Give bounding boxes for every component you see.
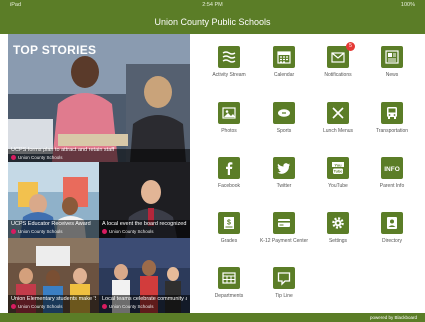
menu-grid: Activity Stream Calendar 5 Notifications… [190, 34, 425, 313]
menu-item-label: Sports [276, 128, 292, 134]
menu-item-notifications[interactable]: 5 Notifications [310, 38, 366, 88]
menu-item-youtube[interactable]: You Tube YouTube [310, 149, 366, 199]
menu-item-twitter[interactable]: Twitter [256, 149, 312, 199]
status-bar: iPad 2:54 PM 100% [0, 0, 425, 10]
notification-badge: 5 [346, 42, 355, 51]
menu-item-label: Twitter [276, 183, 292, 189]
menu-item-photos[interactable]: Photos [201, 94, 257, 144]
story-tile[interactable]: UCPS Educator Receives Award Union Count… [8, 162, 99, 238]
menu-item-label: K-12 Payment Center [259, 238, 309, 244]
story-caption: A local event the board recognized by di… [102, 221, 187, 227]
story-featured[interactable]: TOP STORIES UCPS forms plan to attract a… [8, 34, 190, 162]
svg-text:INFO: INFO [384, 166, 400, 173]
menu-item-lunch-menus[interactable]: Lunch Menus [310, 94, 366, 144]
story-source: Union County Schools [11, 304, 63, 310]
story-featured-source: Union County Schools [11, 155, 63, 161]
menu-item-grades[interactable]: $ Grades [201, 204, 257, 254]
story-caption: UCPS Educator Receives Award [11, 221, 91, 227]
menu-item-label: Activity Stream [212, 72, 246, 78]
story-source: Union County Schools [102, 304, 154, 310]
menu-item-facebook[interactable]: Facebook [201, 149, 257, 199]
menu-item-transportation[interactable]: Transportation [364, 94, 420, 144]
story-caption: Union Elementary students make 'Smartest… [11, 296, 96, 302]
menu-item-label: Calendar [273, 72, 295, 78]
app-title: Union County Public Schools [0, 10, 425, 34]
menu-item-tip-line[interactable]: Tip Line [256, 259, 312, 309]
menu-item-parent-info[interactable]: INFO Parent Info [364, 149, 420, 199]
menu-item-payment-center[interactable]: K-12 Payment Center [256, 204, 312, 254]
menu-item-label: Departments [214, 293, 244, 299]
story-tile[interactable]: Union Elementary students make 'Smartest… [8, 238, 99, 313]
calendar-icon [273, 46, 295, 68]
chat-bubble-icon [273, 267, 295, 289]
svg-text:You: You [334, 162, 342, 167]
menu-item-label: Grades [220, 238, 238, 244]
source-dot-icon [102, 304, 107, 310]
menu-item-label: Parent Info [379, 183, 405, 189]
football-icon [273, 102, 295, 124]
envelope-icon [327, 46, 349, 68]
story-tile[interactable]: A local event the board recognized by di… [99, 162, 190, 238]
menu-item-label: YouTube [328, 183, 348, 189]
menu-item-label: Lunch Menus [322, 128, 354, 134]
departments-icon [218, 267, 240, 289]
bus-icon [381, 102, 403, 124]
facebook-icon [218, 157, 240, 179]
twitter-icon [273, 157, 295, 179]
status-time: 2:54 PM [202, 2, 223, 8]
menu-item-calendar[interactable]: Calendar [256, 38, 312, 88]
menu-item-label: Directory [381, 238, 402, 244]
menu-item-label: Transportation [375, 128, 409, 134]
source-dot-icon [11, 155, 16, 161]
menu-item-directory[interactable]: Directory [364, 204, 420, 254]
gear-icon [327, 212, 349, 234]
top-stories-panel: TOP STORIES UCPS forms plan to attract a… [8, 34, 190, 313]
info-icon: INFO [381, 157, 403, 179]
newspaper-icon [381, 46, 403, 68]
menu-item-label: Photos [221, 128, 237, 134]
source-dot-icon [11, 229, 16, 235]
source-dot-icon [11, 304, 16, 310]
menu-item-label: Settings [328, 238, 348, 244]
story-caption: Local teams celebrate community achievem… [102, 296, 187, 302]
menu-item-activity-stream[interactable]: Activity Stream [201, 38, 257, 88]
fork-knife-icon [327, 102, 349, 124]
photo-icon [218, 102, 240, 124]
youtube-icon: You Tube [327, 157, 349, 179]
source-dot-icon [102, 229, 107, 235]
story-source: Union County Schools [102, 229, 154, 235]
menu-item-label: Facebook [218, 183, 240, 189]
top-stories-heading: TOP STORIES [13, 43, 97, 57]
story-featured-caption: UCPS forms plan to attract and retain st… [11, 147, 115, 153]
story-tile[interactable]: Local teams celebrate community achievem… [99, 238, 190, 313]
payment-card-icon [273, 212, 295, 234]
grades-icon: $ [218, 212, 240, 234]
blackboard-credit[interactable]: powered by Blackboard [370, 313, 417, 322]
menu-item-departments[interactable]: Departments [201, 259, 257, 309]
menu-item-label: News [385, 72, 399, 78]
menu-item-news[interactable]: News [364, 38, 420, 88]
footer-bar: powered by Blackboard [0, 313, 425, 322]
story-source: Union County Schools [11, 229, 63, 235]
menu-item-label: Notifications [324, 72, 352, 78]
person-icon [381, 212, 403, 234]
svg-text:$: $ [227, 220, 231, 227]
activity-stream-icon [218, 46, 240, 68]
menu-item-label: Tip Line [275, 293, 293, 299]
svg-text:Tube: Tube [334, 170, 343, 174]
menu-item-sports[interactable]: Sports [256, 94, 312, 144]
battery-label: 100% [400, 2, 415, 8]
menu-item-settings[interactable]: Settings [310, 204, 366, 254]
